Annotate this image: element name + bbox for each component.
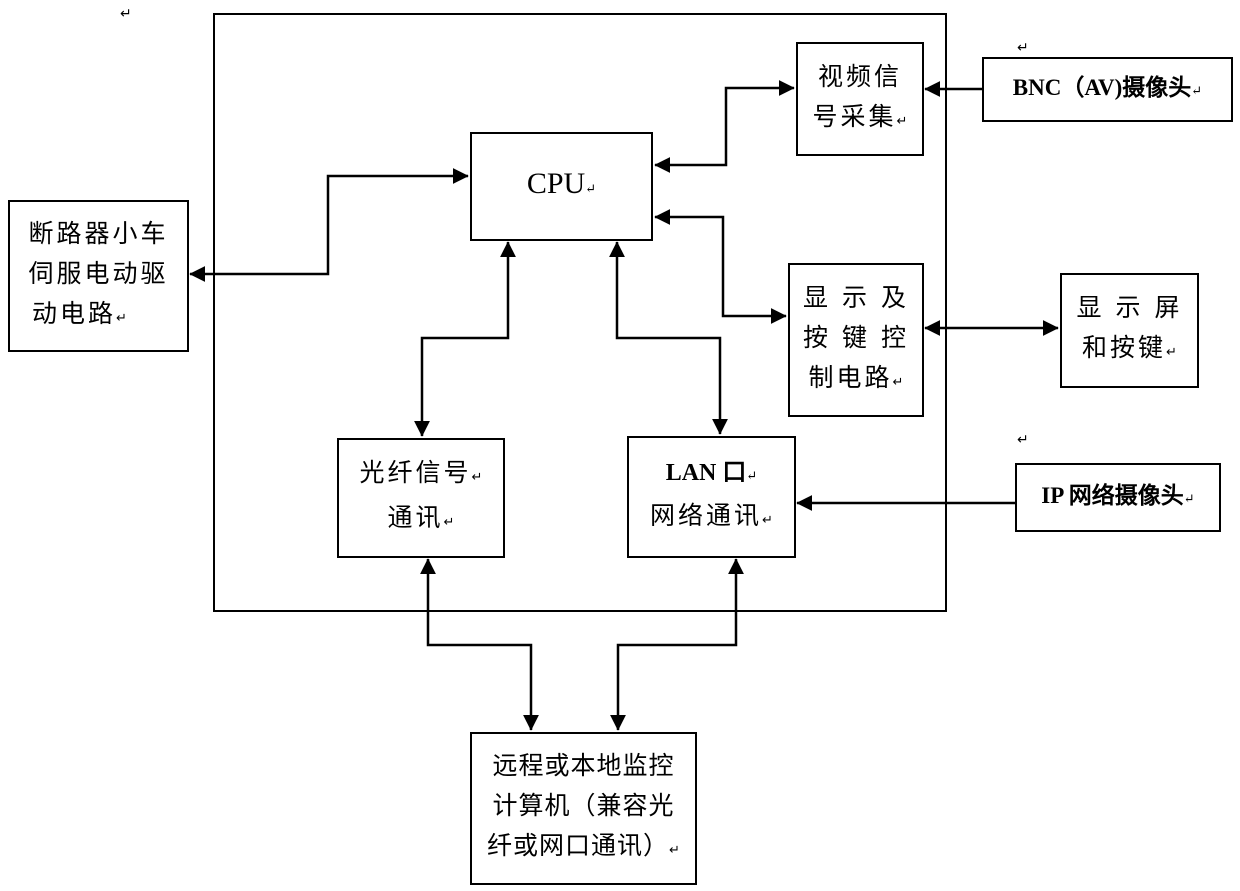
monitor-computer-line-1: 远程或本地监控 [492,751,675,780]
breaker-drive-line-2: 伺服电动驱 [28,258,169,288]
breaker-drive-block: 断路器小车 伺服电动驱 动电路↵ [8,200,189,352]
display-screen-line-1: 显 示 屏 [1076,293,1183,322]
cpu-block: CPU↵ [470,132,653,241]
breaker-drive-line-1: 断路器小车 [28,218,169,248]
display-control-line-3: 制电路 [808,362,893,392]
bnc-camera-label: BNC（AV)摄像头 [1012,75,1192,100]
display-screen-block: 显 示 屏 和按键↵ [1060,273,1199,388]
video-capture-line-2: 号采集 [812,101,897,131]
display-control-line-1: 显 示 及 [803,282,909,312]
fiber-comm-block: 光纤信号↵ 通讯↵ [337,438,505,558]
monitor-computer-block: 远程或本地监控 计算机（兼容光 纤或网口通讯）↵ [470,732,697,885]
ip-camera-label: IP 网络摄像头 [1041,483,1184,508]
fiber-comm-line-2: 通讯 [387,503,444,532]
lan-comm-line-1: LAN 口 [665,460,747,486]
fiber-comm-line-1: 光纤信号 [359,458,472,487]
monitor-computer-line-3: 纤或网口通讯） [487,831,670,860]
display-control-block: 显 示 及 按 键 控 制电路↵ [788,263,924,417]
bnc-camera-block: BNC（AV)摄像头↵ [982,57,1233,122]
paragraph-mark: ↵ [1017,40,1029,56]
breaker-drive-line-3: 动电路 [32,298,117,328]
display-screen-line-2: 和按键 [1082,333,1167,362]
cpu-label: CPU [526,167,586,200]
lan-comm-line-2: 网络通讯 [650,501,763,530]
lan-comm-block: LAN 口↵ 网络通讯↵ [627,436,796,558]
monitor-computer-line-2: 计算机（兼容光 [492,791,675,820]
ip-camera-block: IP 网络摄像头↵ [1015,463,1221,532]
paragraph-mark: ↵ [120,6,132,22]
paragraph-mark: ↵ [1017,432,1029,448]
display-control-line-2: 按 键 控 [803,322,909,352]
video-capture-block: 视频信 号采集↵ [796,42,924,156]
video-capture-line-1: 视频信 [817,61,902,91]
